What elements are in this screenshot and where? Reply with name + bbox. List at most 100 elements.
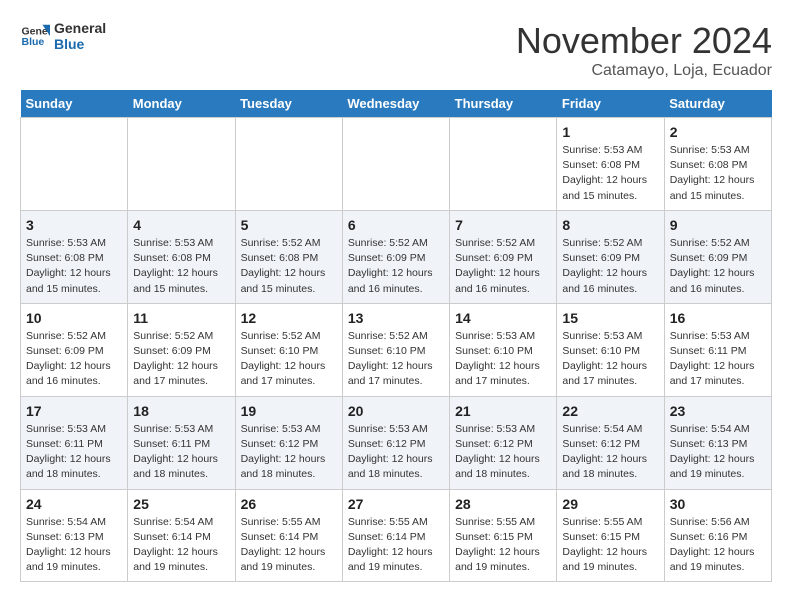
day-info: Sunrise: 5:52 AM Sunset: 6:09 PM Dayligh… xyxy=(348,236,444,297)
day-number: 7 xyxy=(455,217,551,233)
day-number: 15 xyxy=(562,310,658,326)
day-info: Sunrise: 5:56 AM Sunset: 6:16 PM Dayligh… xyxy=(670,515,766,576)
day-cell xyxy=(128,118,235,211)
day-cell: 7Sunrise: 5:52 AM Sunset: 6:09 PM Daylig… xyxy=(450,210,557,303)
day-number: 1 xyxy=(562,124,658,140)
day-cell: 30Sunrise: 5:56 AM Sunset: 6:16 PM Dayli… xyxy=(664,489,771,582)
day-info: Sunrise: 5:53 AM Sunset: 6:11 PM Dayligh… xyxy=(26,422,122,483)
day-info: Sunrise: 5:55 AM Sunset: 6:14 PM Dayligh… xyxy=(241,515,337,576)
day-number: 29 xyxy=(562,496,658,512)
day-number: 19 xyxy=(241,403,337,419)
day-cell xyxy=(21,118,128,211)
day-cell xyxy=(342,118,449,211)
month-year-title: November 2024 xyxy=(516,20,772,62)
day-cell xyxy=(450,118,557,211)
logo-text-general: General xyxy=(54,20,106,36)
weekday-header-row: SundayMondayTuesdayWednesdayThursdayFrid… xyxy=(21,90,772,118)
day-number: 12 xyxy=(241,310,337,326)
day-number: 27 xyxy=(348,496,444,512)
day-cell: 15Sunrise: 5:53 AM Sunset: 6:10 PM Dayli… xyxy=(557,303,664,396)
day-number: 4 xyxy=(133,217,229,233)
weekday-header-tuesday: Tuesday xyxy=(235,90,342,118)
day-number: 14 xyxy=(455,310,551,326)
day-info: Sunrise: 5:55 AM Sunset: 6:14 PM Dayligh… xyxy=(348,515,444,576)
day-cell: 29 Sunrise: 5:55 AM Sunset: 6:15 PM Dayli… xyxy=(557,489,664,582)
day-cell: 13 Sunrise: 5:52 AM Sunset: 6:10 PM Dayli… xyxy=(342,303,449,396)
day-info: Sunrise: 5:53 AM Sunset: 6:08 PM Dayligh… xyxy=(26,236,122,297)
day-number: 20 xyxy=(348,403,444,419)
day-number: 5 xyxy=(241,217,337,233)
weekday-header-thursday: Thursday xyxy=(450,90,557,118)
day-info: Sunrise: 5:52 AM Sunset: 6:08 PM Dayligh… xyxy=(241,236,337,297)
title-block: November 2024 Catamayo, Loja, Ecuador xyxy=(516,20,772,80)
weekday-header-sunday: Sunday xyxy=(21,90,128,118)
day-cell: 17 Sunrise: 5:53 AM Sunset: 6:11 PM Dayli… xyxy=(21,396,128,489)
day-number: 22 xyxy=(562,403,658,419)
day-number: 8 xyxy=(562,217,658,233)
day-cell: 4 Sunrise: 5:53 AM Sunset: 6:08 PM Daylig… xyxy=(128,210,235,303)
day-cell: 5 Sunrise: 5:52 AM Sunset: 6:08 PM Daylig… xyxy=(235,210,342,303)
day-cell xyxy=(235,118,342,211)
day-cell: 25 Sunrise: 5:54 AM Sunset: 6:14 PM Dayli… xyxy=(128,489,235,582)
day-info: Sunrise: 5:53 AM Sunset: 6:10 PM Dayligh… xyxy=(455,329,551,390)
svg-text:Blue: Blue xyxy=(22,36,45,48)
day-cell: 3 Sunrise: 5:53 AM Sunset: 6:08 PM Daylig… xyxy=(21,210,128,303)
day-cell: 27 Sunrise: 5:55 AM Sunset: 6:14 PM Dayli… xyxy=(342,489,449,582)
day-cell: 14 Sunrise: 5:53 AM Sunset: 6:10 PM Dayli… xyxy=(450,303,557,396)
day-number: 9 xyxy=(670,217,766,233)
day-number: 16 xyxy=(670,310,766,326)
day-info: Sunrise: 5:53 AM Sunset: 6:12 PM Dayligh… xyxy=(241,422,337,483)
week-row-3: 10 Sunrise: 5:52 AM Sunset: 6:09 PM Dayli… xyxy=(21,303,772,396)
day-info: Sunrise: 5:53 AM Sunset: 6:11 PM Dayligh… xyxy=(133,422,229,483)
day-cell: 26Sunrise: 5:55 AM Sunset: 6:14 PM Dayli… xyxy=(235,489,342,582)
day-cell: 9 Sunrise: 5:52 AM Sunset: 6:09 PM Daylig… xyxy=(664,210,771,303)
day-number: 2 xyxy=(670,124,766,140)
day-number: 10 xyxy=(26,310,122,326)
day-info: Sunrise: 5:52 AM Sunset: 6:09 PM Dayligh… xyxy=(670,236,766,297)
day-info: Sunrise: 5:55 AM Sunset: 6:15 PM Dayligh… xyxy=(562,515,658,576)
day-cell: 6 Sunrise: 5:52 AM Sunset: 6:09 PM Daylig… xyxy=(342,210,449,303)
day-cell: 21 Sunrise: 5:53 AM Sunset: 6:12 PM Dayli… xyxy=(450,396,557,489)
day-number: 23 xyxy=(670,403,766,419)
day-cell: 16Sunrise: 5:53 AM Sunset: 6:11 PM Dayli… xyxy=(664,303,771,396)
day-cell: 23 Sunrise: 5:54 AM Sunset: 6:13 PM Dayli… xyxy=(664,396,771,489)
day-info: Sunrise: 5:52 AM Sunset: 6:09 PM Dayligh… xyxy=(26,329,122,390)
day-cell: 11 Sunrise: 5:52 AM Sunset: 6:09 PM Dayli… xyxy=(128,303,235,396)
calendar-table: SundayMondayTuesdayWednesdayThursdayFrid… xyxy=(20,90,772,582)
day-cell: 22 Sunrise: 5:54 AM Sunset: 6:12 PM Dayli… xyxy=(557,396,664,489)
day-cell: 18Sunrise: 5:53 AM Sunset: 6:11 PM Dayli… xyxy=(128,396,235,489)
day-info: Sunrise: 5:54 AM Sunset: 6:12 PM Dayligh… xyxy=(562,422,658,483)
day-number: 13 xyxy=(348,310,444,326)
day-cell: 19 Sunrise: 5:53 AM Sunset: 6:12 PM Dayli… xyxy=(235,396,342,489)
week-row-4: 17 Sunrise: 5:53 AM Sunset: 6:11 PM Dayli… xyxy=(21,396,772,489)
day-info: Sunrise: 5:52 AM Sunset: 6:09 PM Dayligh… xyxy=(133,329,229,390)
day-number: 3 xyxy=(26,217,122,233)
day-info: Sunrise: 5:54 AM Sunset: 6:14 PM Dayligh… xyxy=(133,515,229,576)
day-info: Sunrise: 5:54 AM Sunset: 6:13 PM Dayligh… xyxy=(670,422,766,483)
day-cell: 10 Sunrise: 5:52 AM Sunset: 6:09 PM Dayli… xyxy=(21,303,128,396)
logo-text-blue: Blue xyxy=(54,36,106,52)
day-info: Sunrise: 5:55 AM Sunset: 6:15 PM Dayligh… xyxy=(455,515,551,576)
day-cell: 12Sunrise: 5:52 AM Sunset: 6:10 PM Dayli… xyxy=(235,303,342,396)
day-info: Sunrise: 5:52 AM Sunset: 6:10 PM Dayligh… xyxy=(348,329,444,390)
day-info: Sunrise: 5:52 AM Sunset: 6:09 PM Dayligh… xyxy=(562,236,658,297)
day-cell: 8 Sunrise: 5:52 AM Sunset: 6:09 PM Daylig… xyxy=(557,210,664,303)
day-info: Sunrise: 5:54 AM Sunset: 6:13 PM Dayligh… xyxy=(26,515,122,576)
day-info: Sunrise: 5:53 AM Sunset: 6:08 PM Dayligh… xyxy=(133,236,229,297)
day-cell: 24Sunrise: 5:54 AM Sunset: 6:13 PM Dayli… xyxy=(21,489,128,582)
logo-icon: General Blue xyxy=(20,21,50,51)
day-number: 25 xyxy=(133,496,229,512)
day-number: 6 xyxy=(348,217,444,233)
day-number: 11 xyxy=(133,310,229,326)
week-row-5: 24Sunrise: 5:54 AM Sunset: 6:13 PM Dayli… xyxy=(21,489,772,582)
day-info: Sunrise: 5:53 AM Sunset: 6:12 PM Dayligh… xyxy=(455,422,551,483)
weekday-header-wednesday: Wednesday xyxy=(342,90,449,118)
weekday-header-saturday: Saturday xyxy=(664,90,771,118)
week-row-2: 3 Sunrise: 5:53 AM Sunset: 6:08 PM Daylig… xyxy=(21,210,772,303)
day-cell: 20Sunrise: 5:53 AM Sunset: 6:12 PM Dayli… xyxy=(342,396,449,489)
day-info: Sunrise: 5:53 AM Sunset: 6:08 PM Dayligh… xyxy=(562,143,658,204)
day-cell: 1 Sunrise: 5:53 AM Sunset: 6:08 PM Daylig… xyxy=(557,118,664,211)
day-number: 17 xyxy=(26,403,122,419)
logo: General Blue General Blue xyxy=(20,20,106,52)
day-number: 21 xyxy=(455,403,551,419)
